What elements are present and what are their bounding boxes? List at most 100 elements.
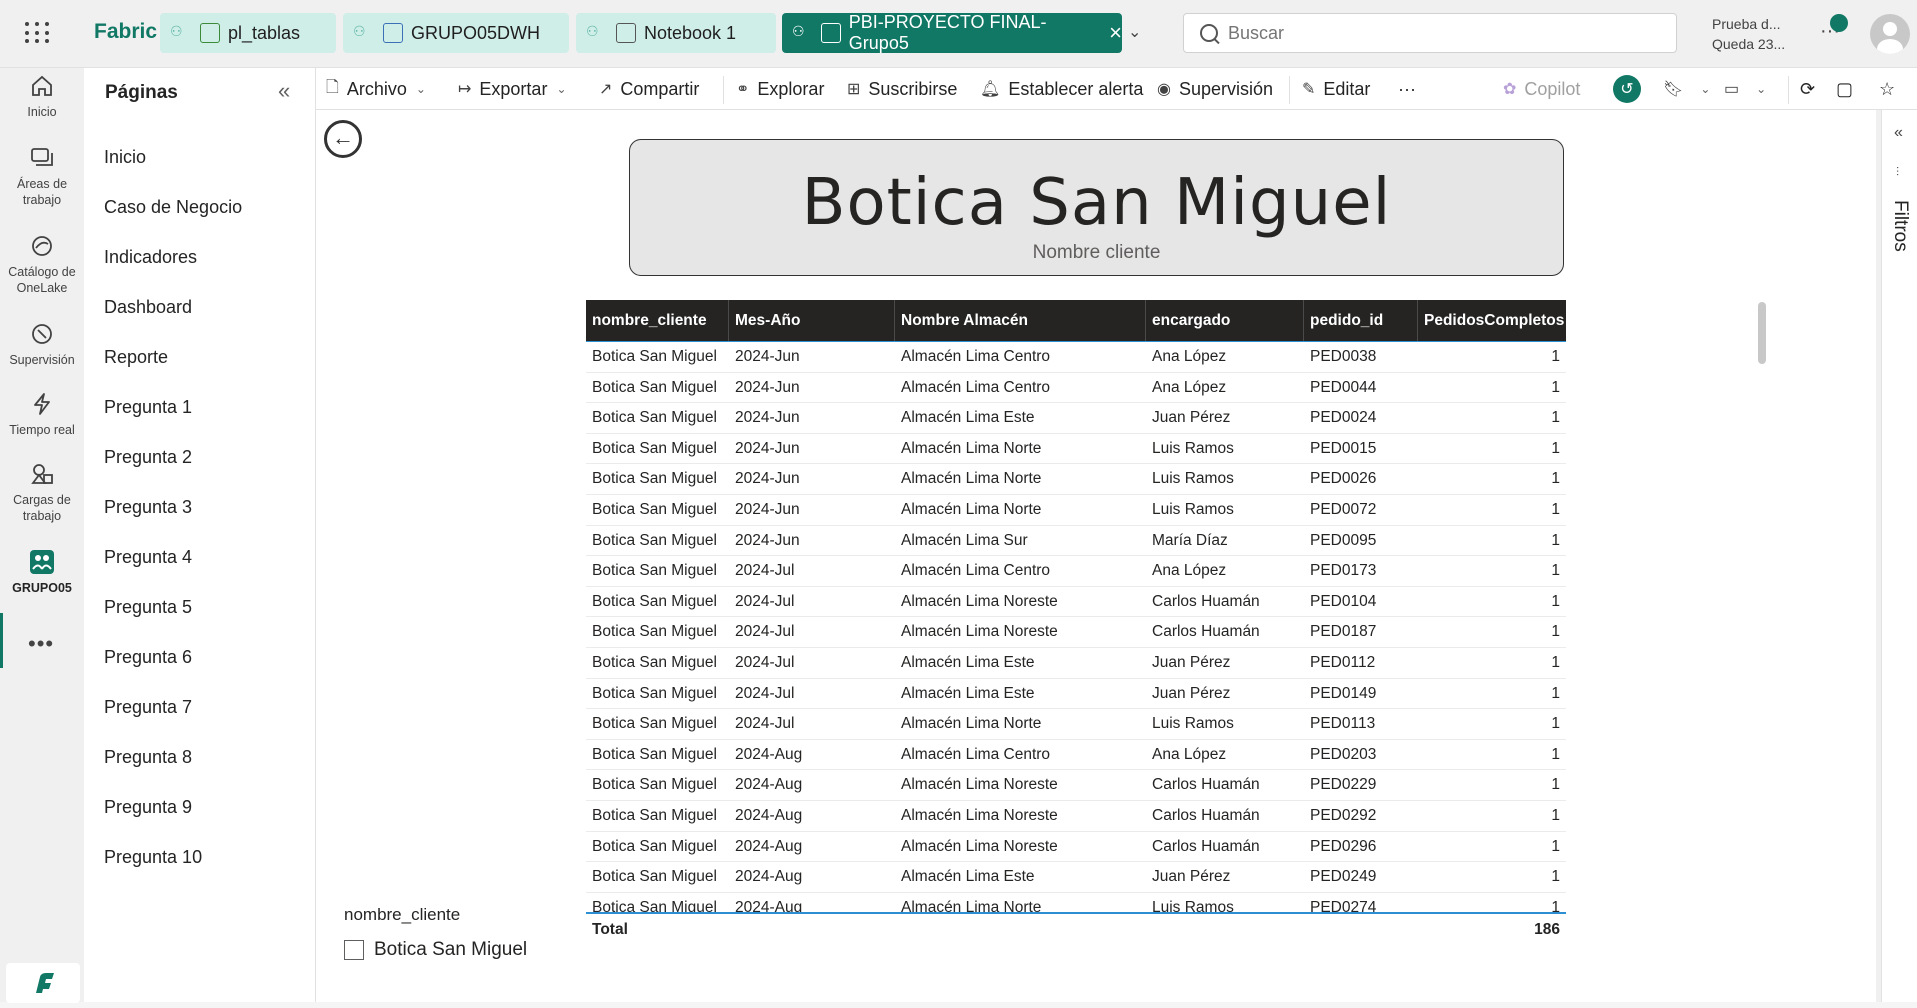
column-header[interactable]: encargado xyxy=(1146,300,1304,341)
table-row[interactable]: Botica San Miguel 2024-Aug Almacén Lima No… xyxy=(586,893,1566,912)
nav-areas-de-trabajo[interactable]: Áreas de trabajo xyxy=(0,146,84,208)
table-row[interactable]: Botica San Miguel 2024-Aug Almacén Lima No… xyxy=(586,832,1566,863)
page-item-pregunta-10[interactable]: Pregunta 10 xyxy=(100,837,300,877)
view-button[interactable]: ▭ ⌄ xyxy=(1724,68,1766,110)
search-input[interactable] xyxy=(1228,22,1648,44)
workspace-icon: ⚇ xyxy=(586,23,599,39)
collapse-pages-icon[interactable]: « xyxy=(278,78,290,104)
supervision-button[interactable]: ◉ Supervisión xyxy=(1157,68,1273,110)
table-row[interactable]: Botica San Miguel 2024-Jul Almacén Lima No… xyxy=(586,709,1566,740)
column-header[interactable]: Nombre Almacén xyxy=(895,300,1146,341)
table-row[interactable]: Botica San Miguel 2024-Jun Almacén Lima Su… xyxy=(586,526,1566,557)
more-tabs-chevron-icon[interactable]: ⌄ xyxy=(1128,22,1141,42)
app-launcher-icon[interactable] xyxy=(22,19,50,47)
page-item-indicadores[interactable]: Indicadores xyxy=(100,237,300,277)
fabric-logo[interactable] xyxy=(6,963,80,1003)
reset-button[interactable]: ↺ xyxy=(1613,75,1641,103)
more-options-icon[interactable]: ··· xyxy=(1398,68,1416,110)
table-row[interactable]: Botica San Miguel 2024-Jun Almacén Lima No… xyxy=(586,464,1566,495)
explorar-button[interactable]: ⚭ Explorar xyxy=(736,68,824,110)
tab-notebook-1[interactable]: ⚇ Notebook 1 xyxy=(576,13,776,53)
table-row[interactable]: Botica San Miguel 2024-Jul Almacén Lima No… xyxy=(586,617,1566,648)
page-item-pregunta-3[interactable]: Pregunta 3 xyxy=(100,487,300,527)
slicer-option[interactable]: Botica San Miguel xyxy=(344,939,527,961)
table-row[interactable]: Botica San Miguel 2024-Aug Almacén Lima Ce… xyxy=(586,740,1566,771)
tab-pbi-proyecto-final[interactable]: ⚇ PBI-PROYECTO FINAL-Grupo5 × xyxy=(782,12,1122,53)
close-tab-icon[interactable]: × xyxy=(1109,22,1122,44)
column-header[interactable]: pedido_id xyxy=(1304,300,1418,341)
page-item-inicio[interactable]: Inicio xyxy=(100,137,300,177)
nav-catalogo-onelake[interactable]: Catálogo de OneLake xyxy=(0,234,84,296)
workspace-icon: ⚇ xyxy=(353,23,366,39)
more-apps-icon[interactable]: ••• xyxy=(28,631,54,657)
compartir-button[interactable]: ↗ Compartir xyxy=(599,68,699,110)
archivo-menu[interactable]: 🗋 Archivo ⌄ xyxy=(326,68,426,110)
page-item-pregunta-6[interactable]: Pregunta 6 xyxy=(100,637,300,677)
avatar[interactable] xyxy=(1870,14,1910,54)
nav-label: Supervisión xyxy=(9,353,75,367)
editar-button[interactable]: ✎ Editar xyxy=(1302,68,1370,110)
slicer-checkbox[interactable] xyxy=(344,940,364,960)
suscribirse-button[interactable]: ⊞ Suscribirse xyxy=(847,68,957,110)
table-cell: Ana López xyxy=(1152,378,1227,396)
table-cell: 1 xyxy=(1551,500,1560,518)
table-scrollbar[interactable] xyxy=(1758,302,1766,364)
table-cell: PED0296 xyxy=(1310,837,1377,855)
page-item-pregunta-9[interactable]: Pregunta 9 xyxy=(100,787,300,827)
refresh-icon[interactable]: ⟳ xyxy=(1800,68,1815,110)
page-item-pregunta-2[interactable]: Pregunta 2 xyxy=(100,437,300,477)
table-cell: 1 xyxy=(1551,470,1560,488)
nav-grupo05[interactable]: GRUPO05 xyxy=(0,550,84,596)
table-cell: 2024-Jun xyxy=(735,439,800,457)
table-row[interactable]: Botica San Miguel 2024-Jun Almacén Lima Ce… xyxy=(586,373,1566,404)
page-item-pregunta-8[interactable]: Pregunta 8 xyxy=(100,737,300,777)
bookmark-button[interactable]: 🔖︎ ⌄ xyxy=(1663,68,1710,110)
nav-supervision[interactable]: Supervisión xyxy=(0,322,84,368)
onelake-icon xyxy=(32,236,52,256)
table-row[interactable]: Botica San Miguel 2024-Jun Almacén Lima No… xyxy=(586,434,1566,465)
establecer-alerta-button[interactable]: 🔔︎ Establecer alerta xyxy=(980,68,1143,110)
table-row[interactable]: Botica San Miguel 2024-Aug Almacén Lima No… xyxy=(586,770,1566,801)
tab-pl-tablas[interactable]: ⚇ pl_tablas xyxy=(160,13,336,53)
fabric-brand[interactable]: Fabric xyxy=(94,20,157,44)
nav-tiempo-real[interactable]: Tiempo real xyxy=(0,392,84,438)
table-row[interactable]: Botica San Miguel 2024-Jul Almacén Lima Es… xyxy=(586,679,1566,710)
table-cell: 1 xyxy=(1551,898,1560,912)
tab-grupo05dwh[interactable]: ⚇ GRUPO05DWH xyxy=(343,13,569,53)
search-box[interactable] xyxy=(1183,13,1677,53)
table-row[interactable]: Botica San Miguel 2024-Jul Almacén Lima No… xyxy=(586,587,1566,618)
table-row[interactable]: Botica San Miguel 2024-Jun Almacén Lima Es… xyxy=(586,403,1566,434)
exportar-menu[interactable]: ↦ Exportar ⌄ xyxy=(458,68,567,110)
table-row[interactable]: Botica San Miguel 2024-Jul Almacén Lima Es… xyxy=(586,648,1566,679)
comment-icon[interactable]: ▢ xyxy=(1836,68,1853,110)
table-row[interactable]: Botica San Miguel 2024-Jun Almacén Lima Ce… xyxy=(586,342,1566,373)
page-item-pregunta-5[interactable]: Pregunta 5 xyxy=(100,587,300,627)
table-row[interactable]: Botica San Miguel 2024-Jul Almacén Lima Ce… xyxy=(586,556,1566,587)
copilot-button[interactable]: ✿ Copilot xyxy=(1503,68,1580,110)
report-canvas: ← Botica San Miguel Nombre cliente nombr… xyxy=(316,110,1881,1002)
column-header[interactable]: PedidosCompletos xyxy=(1418,300,1566,341)
page-item-dashboard[interactable]: Dashboard xyxy=(100,287,300,327)
favorite-icon[interactable]: ☆ xyxy=(1879,68,1895,110)
nav-cargas-de-trabajo[interactable]: Cargas de trabajo xyxy=(0,462,84,524)
pipeline-icon xyxy=(200,23,220,43)
nav-inicio[interactable]: Inicio xyxy=(0,74,84,120)
table-row[interactable]: Botica San Miguel 2024-Aug Almacén Lima No… xyxy=(586,801,1566,832)
table-row[interactable]: Botica San Miguel 2024-Aug Almacén Lima Es… xyxy=(586,862,1566,893)
table-body[interactable]: Botica San Miguel 2024-Jun Almacén Lima Ce… xyxy=(586,341,1566,912)
expand-filters-icon[interactable]: « xyxy=(1894,124,1903,142)
workspace-people-icon xyxy=(30,550,54,574)
column-header[interactable]: nombre_cliente xyxy=(586,300,729,341)
client-card: Botica San Miguel Nombre cliente xyxy=(629,139,1564,276)
column-header[interactable]: Mes-Año xyxy=(729,300,895,341)
page-item-pregunta-4[interactable]: Pregunta 4 xyxy=(100,537,300,577)
page-item-caso-de-negocio[interactable]: Caso de Negocio xyxy=(100,187,300,227)
page-item-pregunta-1[interactable]: Pregunta 1 xyxy=(100,387,300,427)
back-arrow-icon[interactable]: ← xyxy=(324,120,362,158)
page-item-pregunta-7[interactable]: Pregunta 7 xyxy=(100,687,300,727)
trial-status[interactable]: Prueba d... Queda 23... xyxy=(1712,14,1785,54)
table-row[interactable]: Botica San Miguel 2024-Jun Almacén Lima No… xyxy=(586,495,1566,526)
filters-pane[interactable]: « ⫶ Filtros xyxy=(1881,110,1917,1002)
page-item-reporte[interactable]: Reporte xyxy=(100,337,300,377)
notification-badge[interactable] xyxy=(1830,14,1848,32)
